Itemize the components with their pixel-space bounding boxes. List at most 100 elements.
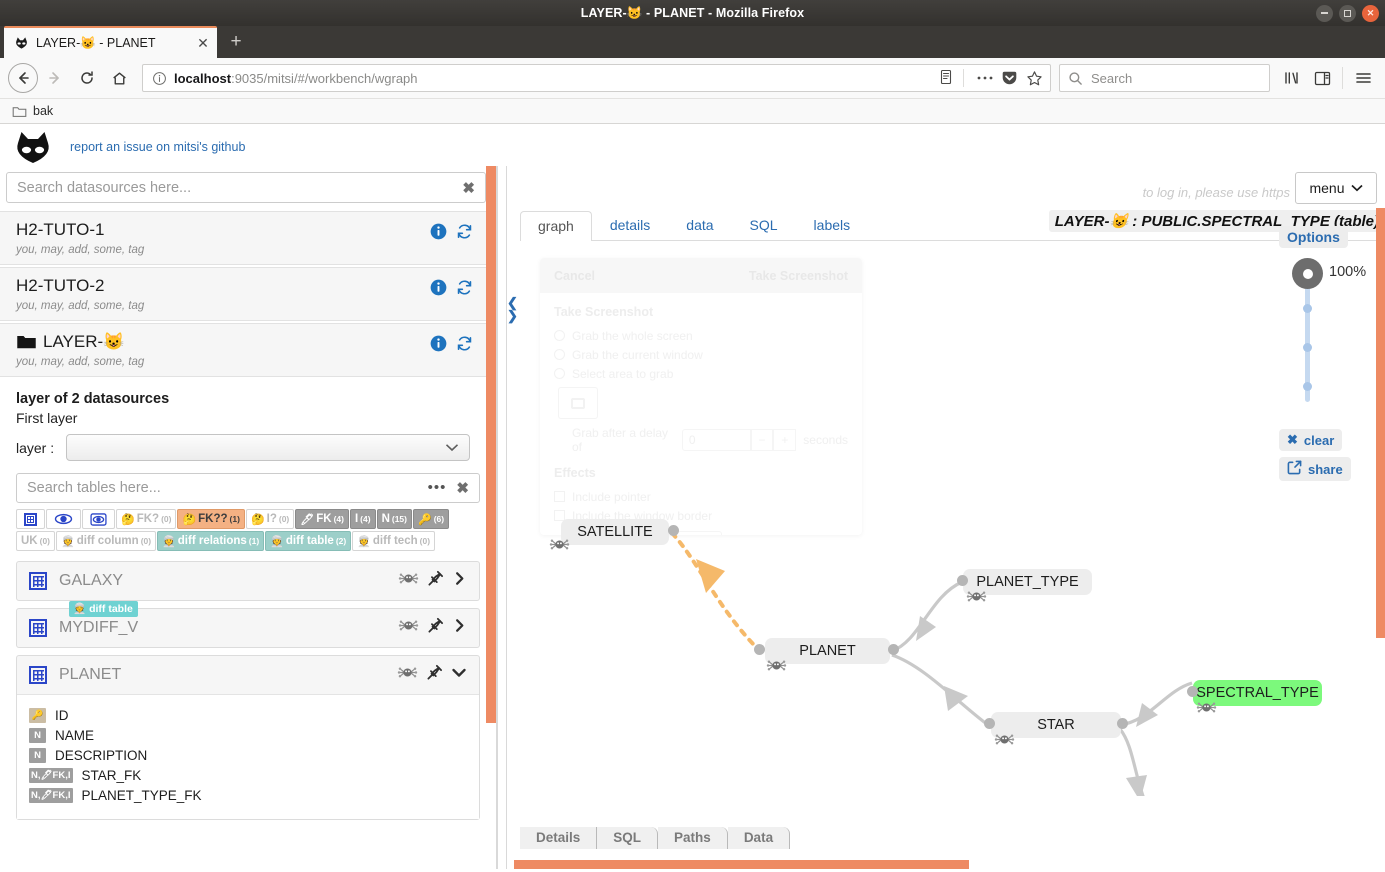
list-item[interactable]: N,🖊FK,I STAR_FK — [29, 765, 467, 785]
browser-search-bar[interactable]: Search — [1059, 64, 1270, 92]
refresh-icon[interactable] — [456, 223, 473, 240]
spider-icon[interactable] — [994, 731, 1015, 748]
search-datasources-input[interactable]: Search datasources here... ✖ — [6, 172, 486, 203]
filter-i-question[interactable]: 🤔 I? (0) — [245, 509, 295, 529]
filter-diff-column[interactable]: 👳 diff column (0) — [56, 531, 157, 551]
info-icon[interactable] — [430, 279, 447, 296]
zoom-tick[interactable] — [1303, 343, 1312, 352]
bottom-tab-data[interactable]: Data — [727, 827, 791, 849]
pin-icon[interactable] — [427, 617, 444, 639]
zoom-tick[interactable] — [1303, 304, 1312, 313]
list-item[interactable]: N DESCRIPTION — [29, 745, 467, 765]
filter-eye[interactable] — [46, 509, 81, 529]
filter-pk-key[interactable]: 🔑 (6) — [413, 509, 450, 529]
tab-close-icon[interactable]: ✕ — [195, 36, 211, 50]
report-issue-link[interactable]: report an issue on mitsi's github — [70, 140, 245, 154]
filter-i[interactable]: I (4) — [349, 509, 376, 529]
zoom-slider-handle[interactable] — [1292, 258, 1323, 289]
hamburger-menu-icon[interactable] — [1349, 64, 1377, 92]
zoom-tick[interactable] — [1303, 382, 1312, 391]
table-row[interactable]: GALAXY — [16, 561, 480, 601]
clear-datasources-search-icon[interactable]: ✖ — [462, 179, 475, 197]
sidebar-icon[interactable] — [1308, 64, 1336, 92]
list-item[interactable]: N NAME — [29, 725, 467, 745]
tab-sql[interactable]: SQL — [732, 210, 796, 240]
bottom-tab-paths[interactable]: Paths — [658, 827, 728, 849]
spider-icon[interactable] — [1196, 699, 1217, 716]
home-icon[interactable] — [104, 63, 134, 93]
filter-diff-table[interactable]: 👳 diff table (2) — [265, 531, 352, 551]
filter-diff-relations[interactable]: 👳 diff relations (1) — [157, 531, 265, 551]
library-icon[interactable] — [1278, 64, 1306, 92]
graph-canvas[interactable]: Cancel Take Screenshot Take Screenshot G… — [520, 241, 1385, 796]
filter-fk-question[interactable]: 🤔 FK? (0) — [116, 509, 177, 529]
sidebar-scrollbar[interactable] — [486, 166, 496, 723]
pocket-icon[interactable] — [1000, 69, 1019, 88]
minimize-button[interactable] — [1316, 4, 1333, 22]
url-bar[interactable]: localhost:9035/mitsi/#/workbench/wgraph — [142, 64, 1051, 92]
menu-button[interactable]: menu — [1295, 172, 1377, 204]
filter-grid-view[interactable] — [16, 509, 45, 529]
tab-data[interactable]: data — [668, 210, 731, 240]
page-actions-icon[interactable] — [975, 69, 994, 88]
options-title[interactable]: Options — [1279, 226, 1348, 248]
filter-uk[interactable]: UK (0) — [16, 531, 56, 551]
tab-graph[interactable]: graph — [520, 211, 592, 241]
collapse-chevron-icon[interactable] — [451, 665, 467, 686]
spider-icon[interactable] — [766, 657, 787, 674]
pin-icon[interactable] — [427, 570, 444, 592]
filter-fk[interactable]: 🖊 FK (4) — [295, 509, 349, 529]
bottom-tab-details[interactable]: Details — [520, 827, 598, 849]
share-button[interactable]: share — [1279, 457, 1351, 481]
close-button[interactable]: ✕ — [1362, 4, 1379, 22]
reader-mode-icon[interactable] — [938, 69, 956, 87]
clear-button[interactable]: ✖ clear — [1279, 429, 1343, 451]
list-item[interactable]: H2-TUTO-1 you, may, add, some, tag — [0, 211, 487, 265]
expand-chevron-icon[interactable] — [452, 618, 467, 638]
refresh-icon[interactable] — [456, 335, 473, 352]
list-item[interactable]: LAYER-😺 you, may, add, some, tag — [0, 323, 487, 377]
new-tab-button[interactable]: + — [221, 27, 251, 57]
maximize-button[interactable] — [1339, 4, 1356, 22]
tab-details[interactable]: details — [592, 210, 668, 240]
panel-collapse-toggle[interactable]: ❮ ❯ — [507, 296, 518, 322]
spider-icon[interactable] — [397, 664, 418, 686]
filter-fk-double-question[interactable]: 🤔 FK?? (1) — [177, 509, 245, 529]
bookmark-item-bak[interactable]: bak — [8, 103, 57, 119]
search-tables-input[interactable]: Search tables here... ••• ✖ — [16, 473, 480, 503]
browser-tab[interactable]: LAYER-😺 - PLANET ✕ — [4, 26, 217, 58]
table-header[interactable]: GALAXY — [17, 562, 479, 600]
info-icon[interactable] — [430, 335, 447, 352]
refresh-icon[interactable] — [456, 279, 473, 296]
bottom-tab-sql[interactable]: SQL — [597, 827, 659, 849]
zoom-slider[interactable]: 100% — [1279, 258, 1369, 423]
clear-tables-search-icon[interactable]: ✖ — [456, 479, 469, 497]
pin-icon[interactable] — [426, 664, 443, 686]
spider-icon[interactable] — [398, 570, 419, 592]
filter-n[interactable]: N (15) — [376, 509, 412, 529]
filter-eye-box[interactable] — [82, 509, 115, 529]
list-item[interactable]: 🔑 ID — [29, 705, 467, 725]
spider-icon[interactable] — [398, 617, 419, 639]
horizontal-scrollbar[interactable] — [514, 860, 969, 869]
back-icon[interactable] — [8, 63, 38, 93]
spider-icon[interactable] — [549, 536, 570, 553]
spider-icon[interactable] — [966, 588, 987, 605]
collapse-right-icon[interactable]: ❯ — [507, 309, 518, 322]
more-options-icon[interactable]: ••• — [428, 480, 447, 495]
layer-select[interactable] — [66, 434, 470, 461]
tab-labels[interactable]: labels — [796, 210, 869, 240]
table-row[interactable]: 👳 diff table MYDIFF_V — [16, 601, 480, 648]
table-header[interactable]: PLANET — [17, 656, 479, 694]
filter-diff-tech[interactable]: 👳 diff tech (0) — [352, 531, 436, 551]
info-icon[interactable] — [430, 223, 447, 240]
bookmark-star-icon[interactable] — [1025, 69, 1044, 88]
list-item[interactable]: H2-TUTO-2 you, may, add, some, tag — [0, 267, 487, 321]
info-icon[interactable] — [152, 71, 167, 86]
main-panel-scrollbar[interactable] — [1376, 208, 1385, 638]
graph-node-satellite[interactable]: SATELLITE — [561, 519, 669, 545]
reload-icon[interactable] — [72, 63, 102, 93]
table-row[interactable]: PLANET 🔑 ID N NAME N DESCRIPTION N,🖊FK,I… — [16, 655, 480, 820]
list-item[interactable]: N,🖊FK,I PLANET_TYPE_FK — [29, 785, 467, 805]
expand-chevron-icon[interactable] — [452, 571, 467, 591]
